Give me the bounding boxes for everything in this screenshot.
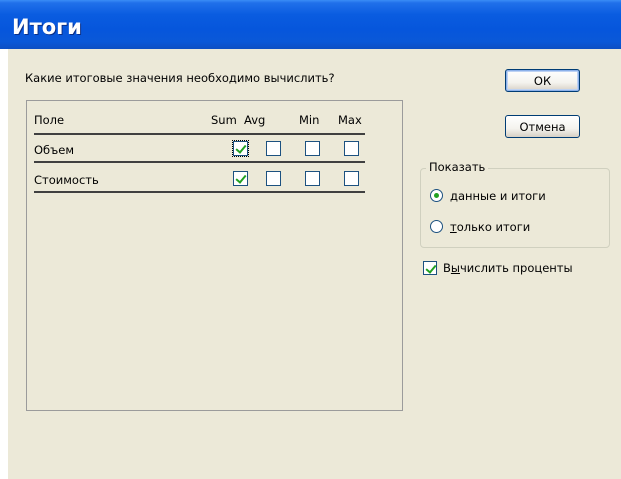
checkbox-cost-sum[interactable] [233, 171, 248, 186]
cancel-button[interactable]: Отмена [505, 115, 580, 138]
checkbox-volume-max[interactable] [344, 141, 359, 156]
radio-label-data-and-totals[interactable]: данные и итоги [450, 189, 546, 203]
window-title: Итоги [12, 15, 82, 39]
column-header-avg: Avg [244, 113, 266, 127]
show-groupbox [420, 168, 610, 248]
row-label-cost: Стоимость [34, 173, 99, 187]
checkbox-volume-min[interactable] [305, 141, 320, 156]
radio-label-totals-only[interactable]: только итоги [450, 220, 530, 234]
checkbox-volume-avg[interactable] [266, 141, 281, 156]
column-header-max: Max [338, 113, 362, 127]
column-header-min: Min [299, 113, 320, 127]
row-label-volume: Объем [34, 143, 75, 157]
row-divider [34, 161, 365, 163]
column-header-sum: Sum [211, 113, 237, 127]
header-divider [34, 133, 365, 135]
checkbox-cost-max[interactable] [344, 171, 359, 186]
checkbox-label-calc-percent[interactable]: Вычислить проценты [443, 261, 573, 275]
show-group-legend: Показать [426, 160, 489, 174]
checkbox-cost-min[interactable] [305, 171, 320, 186]
title-bar: Итоги [0, 0, 621, 49]
ok-button[interactable]: ОК [505, 69, 580, 92]
checkbox-volume-sum[interactable] [232, 140, 249, 157]
radio-totals-only[interactable] [430, 220, 443, 233]
question-label: Какие итоговые значения необходимо вычис… [25, 71, 335, 85]
radio-data-and-totals[interactable] [430, 189, 443, 202]
checkbox-cost-avg[interactable] [266, 171, 281, 186]
checkbox-calc-percent[interactable] [423, 261, 437, 275]
row-divider [34, 191, 365, 193]
column-header-field: Поле [34, 113, 65, 127]
